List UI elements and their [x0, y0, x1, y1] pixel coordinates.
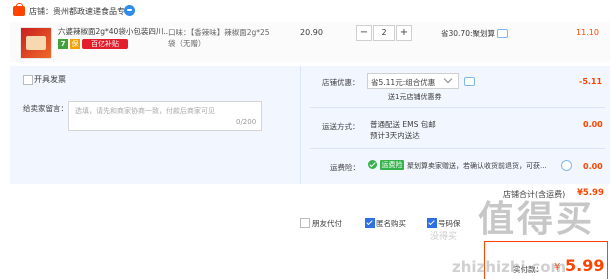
insurance-amount: 0.00: [583, 162, 603, 171]
guarantee-badge: 保: [70, 39, 80, 49]
quantity-stepper: − 2 +: [356, 25, 412, 41]
store-coupon-note: 送1元店铺优惠券: [388, 93, 442, 101]
anonymous-purchase-label: 匿名购买: [376, 219, 406, 228]
seller-message-counter: 0/200: [236, 118, 257, 126]
seller-message-placeholder: 选填，请先和商家协商一致，付款后商家可见: [75, 107, 215, 115]
insurance-help-icon[interactable]: [561, 160, 572, 171]
watermark-domain: zhizhizhi.com: [452, 258, 567, 276]
number-protect-checkbox[interactable]: [427, 218, 437, 228]
quantity-input[interactable]: 2: [373, 25, 395, 41]
store-icon: [13, 3, 25, 16]
shipping-method: 普通配送 EMS 包邮 预计3天内送达: [370, 119, 436, 141]
insurance-badge: 运费险: [380, 160, 404, 170]
chat-icon[interactable]: [124, 5, 135, 16]
payment-amount: 5.99: [565, 256, 605, 275]
promo-chat-icon[interactable]: [497, 29, 508, 38]
invoice-label: 开具发票: [34, 75, 66, 84]
insurance-description: 聚划算卖家赠送，若确认收货前退货，可获...: [407, 162, 547, 170]
friend-pay-label: 朋友代付: [312, 219, 342, 228]
store-coupon-amount: -5.11: [579, 77, 603, 86]
seller-message-label: 给卖家留言：: [23, 104, 68, 113]
seven-day-return-badge: 7: [58, 39, 68, 49]
product-thumbnail[interactable]: [20, 27, 52, 59]
promo-text: 省30.70:聚划算: [441, 29, 495, 38]
insurance-label: 运费险：: [330, 163, 360, 172]
store-coupon-selected: 省5.11元:组合优惠: [371, 78, 436, 87]
item-subtotal: 11.10: [576, 28, 599, 37]
anonymous-purchase-checkbox[interactable]: [365, 218, 375, 228]
sku-info: 口味：【香辣味】辣椒面2g*25 袋（无赠）: [168, 27, 276, 49]
insurance-check-icon[interactable]: [368, 160, 377, 169]
quantity-decrease-button[interactable]: −: [356, 25, 372, 41]
subsidy-badge: 百亿补贴: [82, 39, 128, 49]
shipping-method-name: 普通配送 EMS 包邮: [370, 120, 436, 129]
store-name-link[interactable]: 店铺：贵州都政速递食品专营: [29, 6, 133, 17]
unit-price: 20.90: [300, 28, 323, 37]
options-divider: [300, 66, 301, 184]
sku-line-2: 袋（无赠）: [168, 39, 206, 48]
store-coupon-label: 店铺优惠：: [322, 78, 360, 87]
friend-pay-checkbox[interactable]: [300, 218, 310, 228]
shipping-eta: 预计3天内送达: [370, 131, 420, 140]
shipping-label: 运送方式：: [322, 122, 360, 131]
sku-line-1: 口味：【香辣味】辣椒面2g*25: [168, 28, 270, 37]
coupon-chat-icon[interactable]: [464, 77, 475, 86]
watermark-text: 没得买: [430, 232, 458, 242]
invoice-checkbox[interactable]: [23, 75, 33, 85]
number-protect-label: 号码保: [438, 219, 461, 228]
options-row-divider: [310, 107, 605, 108]
options-row-divider: [310, 148, 605, 149]
watermark-logo: 值得买: [478, 199, 596, 240]
quantity-increase-button[interactable]: +: [396, 25, 412, 41]
product-title-link[interactable]: 六婆辣椒面2g*40袋小包装四川...: [58, 27, 168, 37]
shipping-amount: 0.00: [583, 120, 603, 129]
